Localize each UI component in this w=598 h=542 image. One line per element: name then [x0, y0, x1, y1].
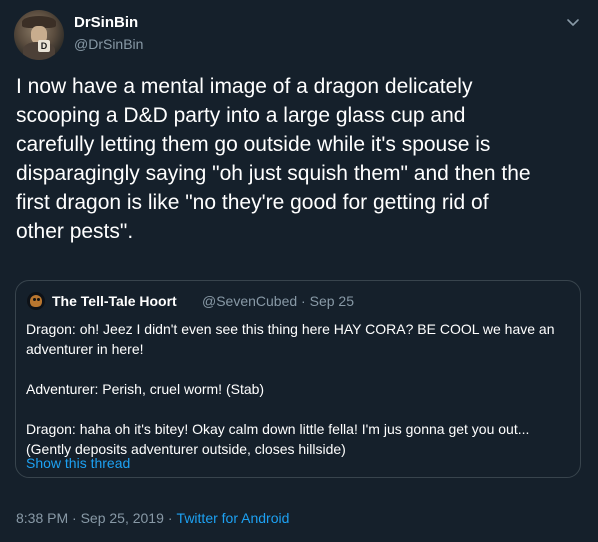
quoted-author-meta: @SevenCubed · Sep 25 [202, 293, 354, 309]
chevron-down-icon[interactable] [565, 14, 581, 30]
show-thread-link[interactable]: Show this thread [26, 455, 130, 471]
tweet-timestamp[interactable]: 8:38 PM · Sep 25, 2019 [16, 510, 164, 526]
tweet-card: D DrSinBin @DrSinBin I now have a mental… [0, 0, 598, 542]
footer-separator: · [167, 510, 173, 526]
tweet-footer: 8:38 PM · Sep 25, 2019 · Twitter for Andro… [16, 510, 289, 526]
tweet-source-link[interactable]: Twitter for Android [177, 510, 290, 526]
quoted-tweet[interactable]: The Tell-Tale Hoort @SevenCubed · Sep 25… [15, 280, 581, 478]
tweet-text: I now have a mental image of a dragon de… [16, 75, 531, 243]
author-handle[interactable]: @DrSinBin [74, 36, 143, 52]
quoted-author-name: The Tell-Tale Hoort [52, 293, 177, 309]
quoted-author-avatar [27, 292, 45, 310]
quoted-tweet-text: Dragon: oh! Jeez I didn't even see this … [26, 321, 555, 457]
author-display-name[interactable]: DrSinBin [74, 14, 138, 31]
author-avatar[interactable]: D [14, 10, 64, 60]
